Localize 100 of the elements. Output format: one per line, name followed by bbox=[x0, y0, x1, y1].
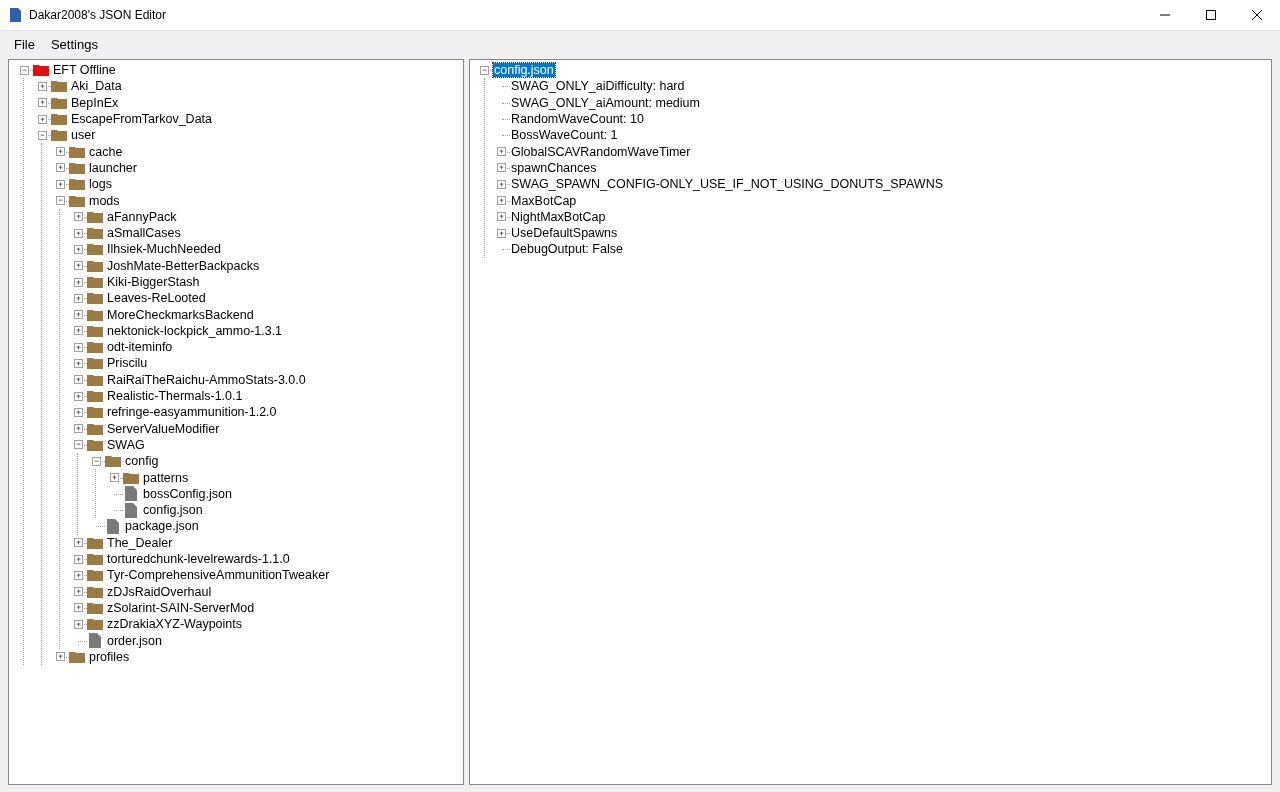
tree-item[interactable]: Leaves-ReLooted bbox=[106, 291, 207, 306]
expand-icon[interactable] bbox=[73, 619, 83, 629]
expand-icon[interactable] bbox=[73, 407, 83, 417]
tree-item[interactable]: Tyr-ComprehensiveAmmunitionTweaker bbox=[106, 568, 331, 583]
collapse-icon[interactable] bbox=[55, 196, 65, 205]
tree-item[interactable]: NightMaxBotCap bbox=[510, 209, 607, 224]
tree-item[interactable]: Realistic-Thermals-1.0.1 bbox=[106, 389, 244, 404]
expand-icon[interactable] bbox=[55, 652, 65, 662]
tree-item[interactable]: DebugOutput: False bbox=[510, 242, 624, 257]
maximize-icon[interactable] bbox=[1206, 10, 1216, 20]
tree-item[interactable]: Kiki-BiggerStash bbox=[106, 275, 201, 289]
expand-icon[interactable] bbox=[73, 293, 83, 303]
tree-item[interactable]: The_Dealer bbox=[106, 535, 174, 550]
tree-item[interactable]: UseDefaultSpawns bbox=[510, 226, 619, 241]
expand-icon[interactable] bbox=[497, 163, 506, 173]
tree-item[interactable]: logs bbox=[88, 177, 113, 192]
folder-icon bbox=[87, 324, 103, 337]
tree-item[interactable]: config.json bbox=[493, 63, 555, 78]
expand-icon[interactable] bbox=[73, 587, 83, 597]
expand-icon[interactable] bbox=[73, 326, 83, 336]
tree-item[interactable]: package.json bbox=[124, 519, 200, 534]
tree-item[interactable]: BossWaveCount: 1 bbox=[510, 128, 619, 143]
tree-item[interactable]: config.json bbox=[142, 503, 204, 518]
expand-icon[interactable] bbox=[497, 212, 506, 222]
tree-item[interactable]: SWAG_SPAWN_CONFIG-ONLY_USE_IF_NOT_USING_DONUTS_SPAWNS bbox=[510, 177, 945, 192]
tree-item[interactable]: torturedchunk-levelrewards-1.1.0 bbox=[106, 552, 291, 567]
tree-item[interactable]: refringe-easyammunition-1.2.0 bbox=[106, 405, 278, 420]
expand-icon[interactable] bbox=[73, 554, 83, 564]
close-icon[interactable] bbox=[1252, 10, 1262, 20]
tree-item[interactable]: SWAG bbox=[106, 437, 146, 452]
collapse-icon[interactable] bbox=[19, 65, 29, 75]
expand-icon[interactable] bbox=[73, 261, 83, 271]
tree-item[interactable]: zzDrakiaXYZ-Waypoints bbox=[106, 617, 243, 632]
tree-item[interactable]: aSmallCases bbox=[106, 226, 182, 241]
expand-icon[interactable] bbox=[73, 375, 83, 385]
folder-icon bbox=[87, 601, 103, 614]
menu-item[interactable]: Settings bbox=[42, 34, 106, 55]
expand-icon[interactable] bbox=[37, 98, 47, 108]
tree-item[interactable]: cache bbox=[88, 144, 124, 159]
tree-item[interactable]: RaiRaiTheRaichu-AmmoStats-3.0.0 bbox=[106, 372, 307, 387]
collapse-icon[interactable] bbox=[37, 130, 47, 140]
collapse-icon[interactable] bbox=[91, 456, 101, 466]
tree-item[interactable]: spawnChances bbox=[510, 160, 598, 175]
tree-item[interactable]: config bbox=[124, 454, 160, 469]
tree-item[interactable]: patterns bbox=[142, 470, 190, 485]
tree-item[interactable]: RandomWaveCount: 10 bbox=[510, 112, 645, 127]
tree-item[interactable]: ServerValueModifier bbox=[106, 421, 221, 436]
expand-icon[interactable] bbox=[73, 244, 83, 254]
expand-icon[interactable] bbox=[497, 179, 506, 189]
tree-item[interactable]: bossConfig.json bbox=[142, 486, 233, 501]
expand-icon[interactable] bbox=[55, 179, 65, 189]
tree-item[interactable]: EFT Offline bbox=[52, 63, 117, 78]
tree-item[interactable]: profiles bbox=[88, 649, 131, 664]
tree-item[interactable]: odt-iteminfo bbox=[106, 340, 174, 355]
tree-item[interactable]: Priscilu bbox=[106, 356, 149, 371]
expand-icon[interactable] bbox=[497, 228, 506, 238]
expand-icon[interactable] bbox=[55, 147, 65, 157]
expand-icon[interactable] bbox=[73, 570, 83, 580]
tree-item[interactable]: Aki_Data bbox=[70, 79, 123, 94]
folder-icon bbox=[123, 471, 139, 484]
file-icon bbox=[125, 486, 137, 502]
expand-icon[interactable] bbox=[497, 196, 506, 205]
expand-icon[interactable] bbox=[37, 114, 47, 124]
collapse-icon[interactable] bbox=[480, 65, 489, 75]
folder-icon bbox=[105, 455, 121, 468]
expand-icon[interactable] bbox=[73, 538, 83, 548]
tree-item[interactable]: MoreCheckmarksBackend bbox=[106, 307, 255, 322]
tree-item[interactable]: mods bbox=[88, 193, 121, 208]
tree-item[interactable]: aFannyPack bbox=[106, 209, 178, 224]
tree-item[interactable]: BepInEx bbox=[70, 95, 120, 110]
tree-item[interactable]: launcher bbox=[88, 160, 138, 175]
expand-icon[interactable] bbox=[109, 473, 119, 483]
tree-item[interactable]: Ilhsiek-MuchNeeded bbox=[106, 242, 222, 257]
expand-icon[interactable] bbox=[73, 277, 83, 287]
tree-item[interactable]: EscapeFromTarkov_Data bbox=[70, 112, 214, 127]
tree-item[interactable]: nektonick-lockpick_ammo-1.3.1 bbox=[106, 323, 284, 338]
expand-icon[interactable] bbox=[73, 212, 83, 222]
expand-icon[interactable] bbox=[73, 391, 83, 401]
expand-icon[interactable] bbox=[55, 163, 65, 173]
expand-icon[interactable] bbox=[73, 424, 83, 434]
collapse-icon[interactable] bbox=[73, 440, 83, 450]
expand-icon[interactable] bbox=[73, 359, 83, 368]
expand-icon[interactable] bbox=[73, 228, 83, 238]
expand-icon[interactable] bbox=[497, 147, 506, 157]
expand-icon[interactable] bbox=[73, 342, 83, 352]
folder-icon bbox=[87, 585, 103, 598]
tree-item[interactable]: zSolarint-SAIN-ServerMod bbox=[106, 600, 256, 615]
tree-item[interactable]: MaxBotCap bbox=[510, 193, 578, 208]
tree-item[interactable]: zDJsRaidOverhaul bbox=[106, 584, 213, 599]
tree-item[interactable]: SWAG_ONLY_aiAmount: medium bbox=[510, 95, 701, 110]
menu-item[interactable]: File bbox=[6, 34, 43, 55]
tree-item[interactable]: JoshMate-BetterBackpacks bbox=[106, 258, 261, 273]
folder-icon bbox=[69, 178, 85, 191]
tree-item[interactable]: SWAG_ONLY_aiDifficulty: hard bbox=[510, 79, 686, 94]
tree-item[interactable]: user bbox=[70, 128, 97, 143]
expand-icon[interactable] bbox=[73, 603, 83, 613]
expand-icon[interactable] bbox=[73, 310, 83, 320]
tree-item[interactable]: GlobalSCAVRandomWaveTimer bbox=[510, 144, 692, 159]
expand-icon[interactable] bbox=[37, 81, 47, 91]
tree-item[interactable]: order.json bbox=[106, 633, 163, 648]
